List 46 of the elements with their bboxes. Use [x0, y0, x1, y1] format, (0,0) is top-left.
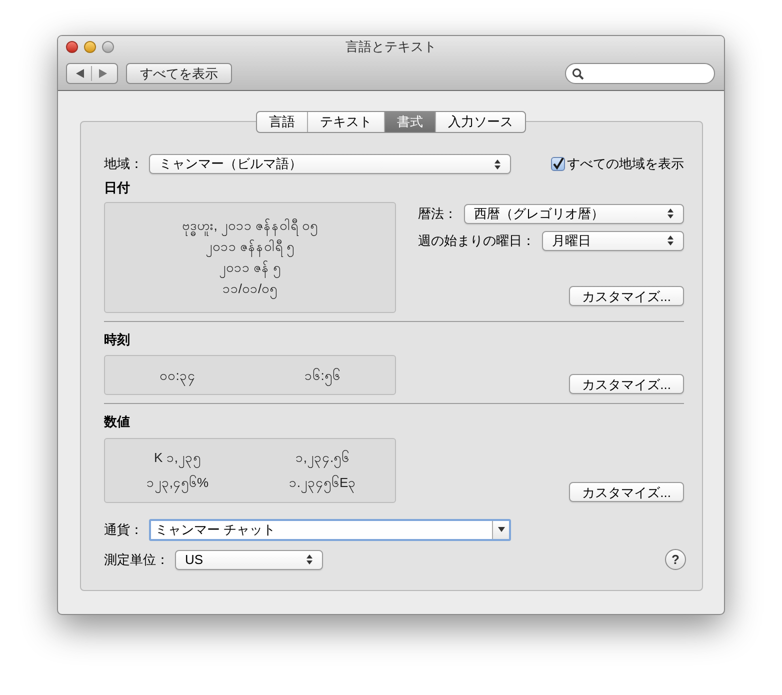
show-all-button[interactable]: すべてを表示 [126, 63, 232, 84]
customize-button[interactable]: カスタマイズ... [569, 286, 684, 306]
close-button[interactable] [66, 41, 78, 53]
format-example: ၁၆:၅၆ [304, 364, 340, 386]
search-icon [572, 68, 584, 80]
tab[interactable]: 言語 [257, 112, 307, 132]
measurement-popup[interactable]: US [175, 550, 323, 570]
window-title: 言語とテキスト [346, 38, 436, 56]
format-example: ၂၀၁၁ ဇန် ၅ [218, 257, 282, 278]
format-example: ၁.၂၃၄၅၆E၃ [288, 472, 356, 493]
stepper-arrows-icon [306, 554, 313, 565]
currency-label: 通貨： [104, 520, 144, 539]
customize-button[interactable]: カスタマイズ... [569, 482, 684, 502]
first-weekday-label: 週の始まりの曜日： [418, 232, 536, 250]
format-example: ၁၁/၀၁/၀၅ [222, 278, 278, 299]
calendar-label: 暦法： [418, 204, 458, 223]
currency-combo-box[interactable]: ミャンマー チャット [149, 518, 511, 540]
minimize-button[interactable] [84, 41, 96, 53]
format-example: ၂၀၁၁ ဇန်နဝါရီ ၅ [205, 236, 295, 257]
region-label: 地域： [104, 155, 144, 174]
first-weekday-popup[interactable]: 月曜日 [542, 230, 684, 250]
section-heading: 日付 [104, 179, 131, 197]
calendar-popup[interactable]: 西暦（グレゴリオ暦） [464, 204, 684, 224]
stepper-arrows-icon [667, 208, 674, 219]
zoom-button[interactable] [102, 41, 114, 53]
format-example: ၀၀:၃၄ [160, 364, 196, 386]
format-example: ၁၂၃,၄၅၆% [146, 472, 209, 493]
tab[interactable]: 入力ソース [435, 112, 525, 132]
region-popup[interactable]: ミャンマー（ビルマ語） [149, 154, 511, 174]
section-heading: 時刻 [104, 330, 131, 348]
stepper-arrows-icon [667, 235, 674, 246]
dropdown-arrow-icon[interactable] [498, 527, 504, 532]
format-example: ၁,၂၃၄.၅၆ [295, 447, 350, 468]
checkbox-label[interactable]: すべての地域を表示 [567, 154, 684, 174]
format-example: K ၁,၂၃၅ [154, 447, 201, 468]
search-field[interactable] [565, 63, 715, 84]
tab[interactable]: 書式 [384, 112, 435, 132]
format-example: ဗုဒ္ဓဟူး, ၂၀၁၁ ဇန်နဝါရီ ၀၅ [182, 215, 318, 236]
back-arrow-icon[interactable] [76, 69, 84, 78]
measurement-label: 測定単位： [104, 550, 170, 569]
checkbox[interactable] [551, 157, 565, 171]
customize-button[interactable]: カスタマイズ... [569, 374, 684, 394]
section-heading: 数値 [104, 413, 131, 431]
navigation-buttons[interactable] [66, 63, 118, 84]
forward-arrow-icon[interactable] [99, 69, 107, 78]
stepper-arrows-icon [494, 158, 501, 170]
